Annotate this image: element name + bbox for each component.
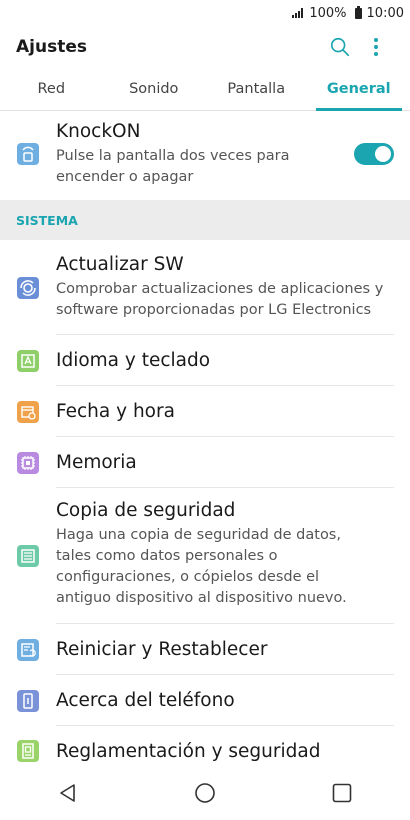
item-title: Idioma y teclado	[56, 349, 211, 371]
page-title: Ajustes	[16, 37, 87, 57]
more-options-button[interactable]	[358, 29, 394, 65]
knockon-title: KnockON	[56, 121, 141, 142]
settings-list: Actualizar SW Comprobar actualizaciones …	[0, 240, 410, 776]
search-icon	[330, 37, 350, 57]
regulatory-icon	[17, 740, 39, 762]
home-button[interactable]	[194, 782, 216, 808]
update-icon	[17, 276, 39, 299]
language-icon	[17, 349, 39, 372]
phone-info-icon	[17, 689, 39, 712]
tab-red[interactable]: Red	[0, 68, 103, 110]
knockon-subtitle: Pulse la pantalla dos veces para encende…	[56, 148, 290, 185]
calendar-clock-icon	[17, 400, 39, 423]
item-title: Copia de seguridad	[56, 500, 236, 521]
tab-general[interactable]: General	[308, 68, 410, 111]
clock: 10:00	[366, 5, 404, 21]
battery-percent: 100%	[309, 5, 347, 21]
status-bar: 100% 10:00	[0, 0, 410, 26]
recents-square-icon	[332, 783, 351, 803]
back-triangle-icon	[60, 784, 76, 802]
tab-sonido[interactable]: Sonido	[103, 68, 206, 110]
list-item-copia-seguridad[interactable]: Copia de seguridad Haga una copia de seg…	[0, 488, 410, 624]
list-item-reglamentacion[interactable]: Reglamentación y seguridad	[0, 726, 410, 776]
item-subtitle: Comprobar actualizaciones de aplicacione…	[56, 280, 384, 318]
tab-pantalla[interactable]: Pantalla	[205, 68, 308, 110]
list-item-actualizar-sw[interactable]: Actualizar SW Comprobar actualizaciones …	[0, 240, 410, 335]
item-title: Memoria	[56, 451, 137, 473]
item-title: Actualizar SW	[56, 253, 184, 275]
more-vertical-icon	[374, 38, 378, 56]
reset-icon	[17, 638, 39, 661]
knockon-toggle[interactable]	[354, 142, 394, 165]
navigation-bar	[0, 770, 410, 820]
back-button[interactable]	[57, 782, 79, 808]
recents-button[interactable]	[331, 782, 353, 808]
list-item-reiniciar[interactable]: Reiniciar y Restablecer	[0, 624, 410, 675]
backup-icon	[17, 545, 39, 567]
search-button[interactable]	[322, 29, 358, 65]
list-item-fecha-hora[interactable]: Fecha y hora	[0, 386, 410, 437]
battery-icon	[354, 5, 362, 19]
item-title: Fecha y hora	[56, 400, 175, 422]
item-title: Reiniciar y Restablecer	[56, 638, 268, 660]
item-subtitle: Haga una copia de seguridad de datos, ta…	[56, 527, 347, 606]
memory-chip-icon	[17, 451, 39, 474]
item-title: Acerca del teléfono	[56, 689, 235, 711]
knockon-setting[interactable]: KnockON Pulse la pantalla dos veces para…	[0, 119, 410, 188]
item-title: Reglamentación y seguridad	[56, 740, 321, 762]
home-circle-icon	[195, 783, 215, 803]
list-item-acerca[interactable]: Acerca del teléfono	[0, 675, 410, 726]
app-header: Ajustes	[0, 26, 410, 68]
section-header-sistema: SISTEMA	[0, 200, 410, 240]
list-item-memoria[interactable]: Memoria	[0, 437, 410, 488]
knock-icon	[17, 142, 39, 165]
list-item-idioma[interactable]: Idioma y teclado	[0, 335, 410, 386]
signal-icon	[292, 8, 304, 18]
tab-bar: Red Sonido Pantalla General	[0, 68, 410, 111]
